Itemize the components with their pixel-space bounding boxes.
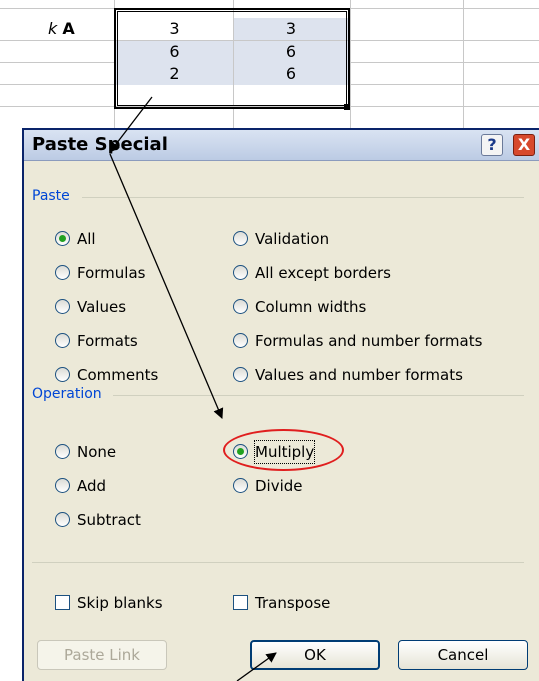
arrow-to-title <box>109 96 153 153</box>
annotation-arrows <box>109 96 277 681</box>
arrow-to-multiply <box>109 153 224 419</box>
arrow-to-ok <box>236 652 277 681</box>
